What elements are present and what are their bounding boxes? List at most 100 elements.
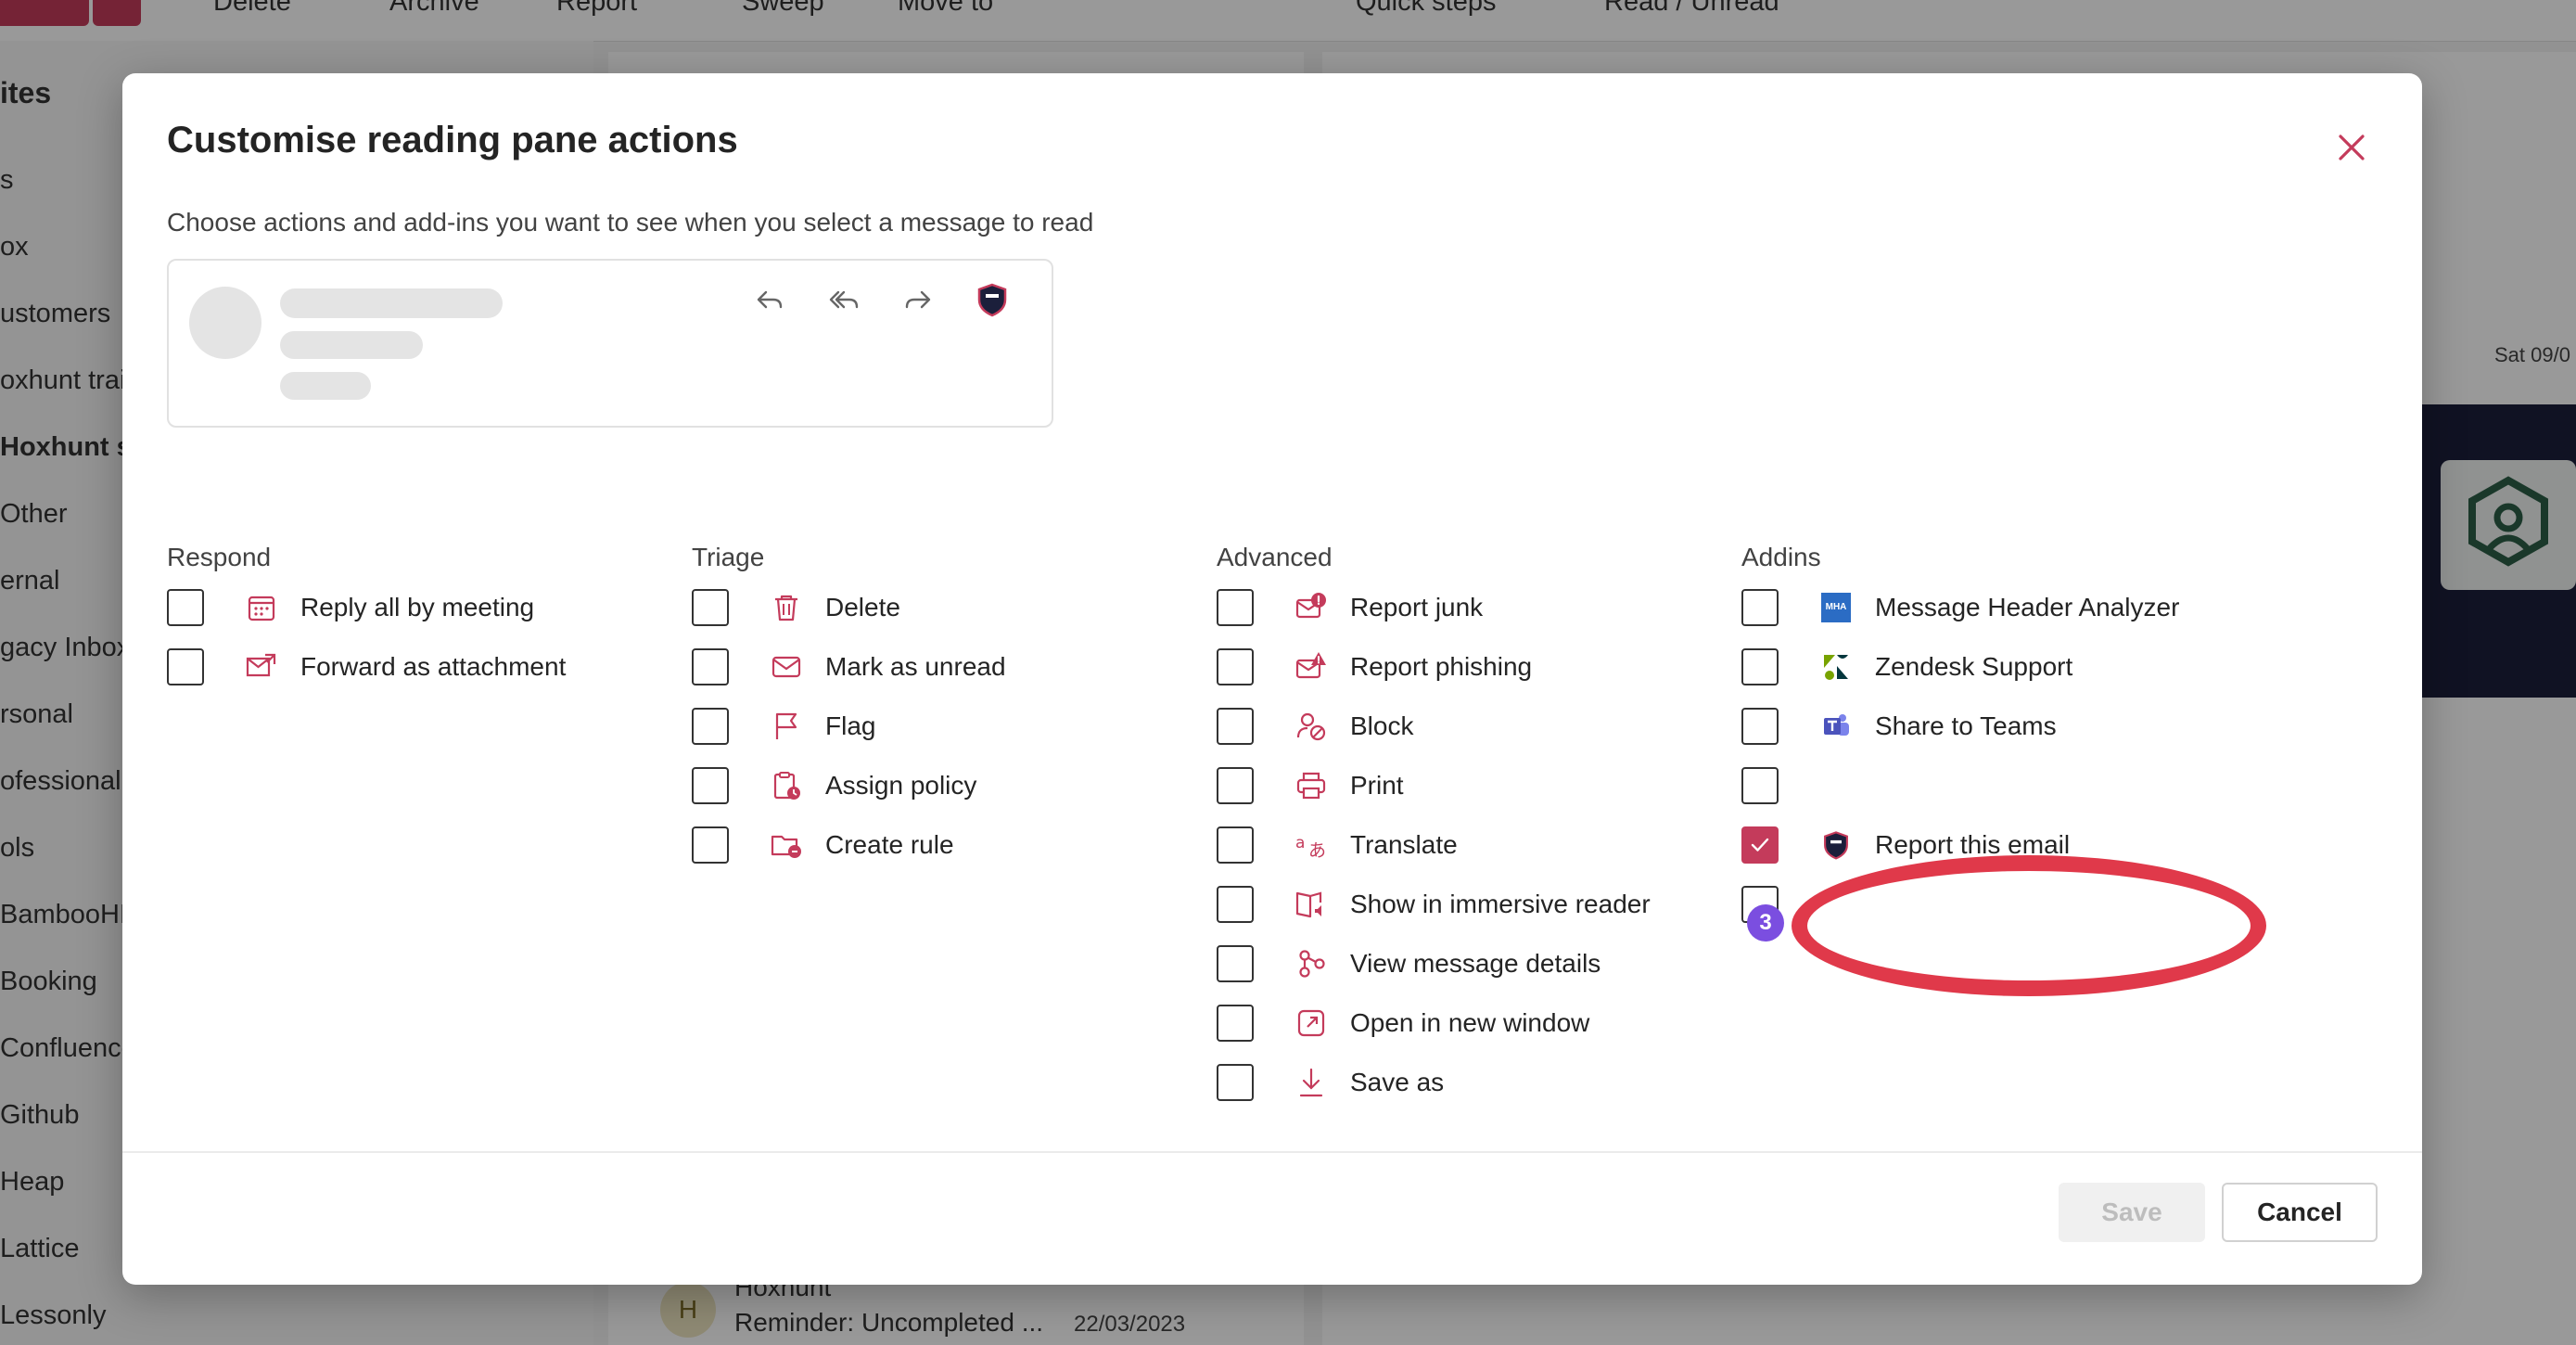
checkbox[interactable] <box>1217 1005 1254 1042</box>
checkbox[interactable] <box>692 648 729 685</box>
option-obscured-addin[interactable] <box>1741 756 1875 815</box>
preview-avatar-placeholder <box>189 287 261 359</box>
checkbox[interactable] <box>1217 589 1254 626</box>
checkbox[interactable] <box>1217 648 1254 685</box>
flag-icon <box>768 708 805 745</box>
mha-icon: MHA <box>1817 589 1855 626</box>
footer-divider <box>122 1151 2422 1153</box>
respond-column: Respond Reply all by meeting Forward as … <box>167 537 566 685</box>
reply-all-icon <box>829 290 859 309</box>
option-label: Print <box>1350 771 1404 800</box>
option-forward-as-attachment[interactable]: Forward as attachment <box>167 637 566 697</box>
checkbox[interactable] <box>1217 886 1254 923</box>
option-label: View message details <box>1350 949 1601 978</box>
option-delete[interactable]: Delete <box>692 578 900 637</box>
option-assign-policy[interactable]: Assign policy <box>692 756 976 815</box>
preview-line-placeholder <box>280 372 371 400</box>
reading-pane-preview <box>167 259 1053 428</box>
option-open-in-new-window[interactable]: Open in new window <box>1217 993 1589 1053</box>
option-label: Report phishing <box>1350 652 1533 681</box>
option-label: Translate <box>1350 830 1458 859</box>
obscured-addin-icon <box>1817 767 1855 804</box>
checkbox[interactable] <box>1741 648 1779 685</box>
option-flag[interactable]: Flag <box>692 697 875 756</box>
reply-icon <box>757 290 783 309</box>
checkbox[interactable] <box>1217 945 1254 982</box>
option-save-as[interactable]: Save as <box>1217 1053 1444 1112</box>
envelope-icon <box>768 648 805 685</box>
teams-icon <box>1817 708 1855 745</box>
preview-line-placeholder <box>280 288 503 318</box>
option-translate[interactable]: aあ Translate <box>1217 815 1458 875</box>
option-label: Assign policy <box>825 771 977 800</box>
checkmark-icon <box>1751 838 1769 852</box>
dialog-subtitle: Choose actions and add-ins you want to s… <box>167 208 1094 237</box>
preview-line-placeholder <box>280 331 423 359</box>
option-report-junk[interactable]: Report junk <box>1217 578 1483 637</box>
option-label: Open in new window <box>1350 1008 1590 1037</box>
option-label: Forward as attachment <box>300 652 567 681</box>
checkbox[interactable] <box>692 826 729 864</box>
phishing-icon <box>1293 648 1330 685</box>
option-show-in-immersive-reader[interactable]: Show in immersive reader <box>1217 875 1651 934</box>
svg-text:あ: あ <box>1308 840 1326 861</box>
forward-icon <box>905 290 931 309</box>
svg-text:a: a <box>1295 834 1305 852</box>
save-button[interactable]: Save <box>2059 1183 2205 1242</box>
cancel-button[interactable]: Cancel <box>2222 1183 2378 1242</box>
option-label: Save as <box>1350 1068 1445 1096</box>
checkbox[interactable] <box>1217 826 1254 864</box>
trash-icon <box>768 589 805 626</box>
immersive-reader-icon <box>1293 886 1330 923</box>
option-label: Block <box>1350 711 1414 740</box>
hoxhunt-shield-icon <box>977 283 1007 317</box>
block-icon <box>1293 708 1330 745</box>
addins-heading: Addins <box>1741 543 1821 571</box>
option-share-to-teams[interactable]: Share to Teams <box>1741 697 2057 756</box>
translate-icon: aあ <box>1293 826 1330 864</box>
highlight-ellipse-annotation <box>1792 855 2266 996</box>
option-reply-all-by-meeting[interactable]: Reply all by meeting <box>167 578 534 637</box>
download-icon <box>1293 1064 1330 1101</box>
close-button[interactable] <box>2326 122 2378 173</box>
option-zendesk-support[interactable]: Zendesk Support <box>1741 637 2072 697</box>
calendar-icon <box>243 589 280 626</box>
checkbox[interactable] <box>692 708 729 745</box>
option-block[interactable]: Block <box>1217 697 1413 756</box>
print-icon <box>1293 767 1330 804</box>
option-label: Flag <box>825 711 876 740</box>
option-label: Zendesk Support <box>1875 652 2073 681</box>
checkbox[interactable] <box>167 589 204 626</box>
checkbox[interactable] <box>692 767 729 804</box>
triage-column: Triage Delete Mark as unread Flag Assign… <box>692 537 1006 864</box>
dialog-title: Customise reading pane actions <box>167 120 738 160</box>
option-mark-as-unread[interactable]: Mark as unread <box>692 637 1006 697</box>
checkbox[interactable] <box>1741 708 1779 745</box>
hoxhunt-shield-icon <box>1817 826 1855 864</box>
respond-heading: Respond <box>167 543 272 571</box>
option-view-message-details[interactable]: View message details <box>1217 934 1600 993</box>
option-message-header-analyzer[interactable]: MHA Message Header Analyzer <box>1741 578 2179 637</box>
checkbox[interactable] <box>167 648 204 685</box>
checkbox[interactable] <box>1741 589 1779 626</box>
junk-icon <box>1293 589 1330 626</box>
zendesk-icon <box>1817 648 1855 685</box>
checkbox[interactable] <box>1217 767 1254 804</box>
checkbox[interactable] <box>692 589 729 626</box>
option-label: Mark as unread <box>825 652 1006 681</box>
option-report-phishing[interactable]: Report phishing <box>1217 637 1532 697</box>
option-label: Reply all by meeting <box>300 593 535 621</box>
details-icon <box>1293 945 1330 982</box>
option-create-rule[interactable]: Create rule <box>692 815 954 875</box>
triage-heading: Triage <box>692 543 765 571</box>
option-print[interactable]: Print <box>1217 756 1404 815</box>
checkbox[interactable] <box>1217 708 1254 745</box>
checkbox-checked[interactable] <box>1741 826 1779 864</box>
mha-icon-text: MHA <box>1821 593 1851 622</box>
folder-rule-icon <box>768 826 805 864</box>
mail-forward-icon <box>243 648 280 685</box>
advanced-column: Advanced Report junk Report phishing Blo… <box>1217 537 1651 1101</box>
checkbox[interactable] <box>1217 1064 1254 1101</box>
checkbox[interactable] <box>1741 767 1779 804</box>
option-label: Show in immersive reader <box>1350 890 1651 918</box>
